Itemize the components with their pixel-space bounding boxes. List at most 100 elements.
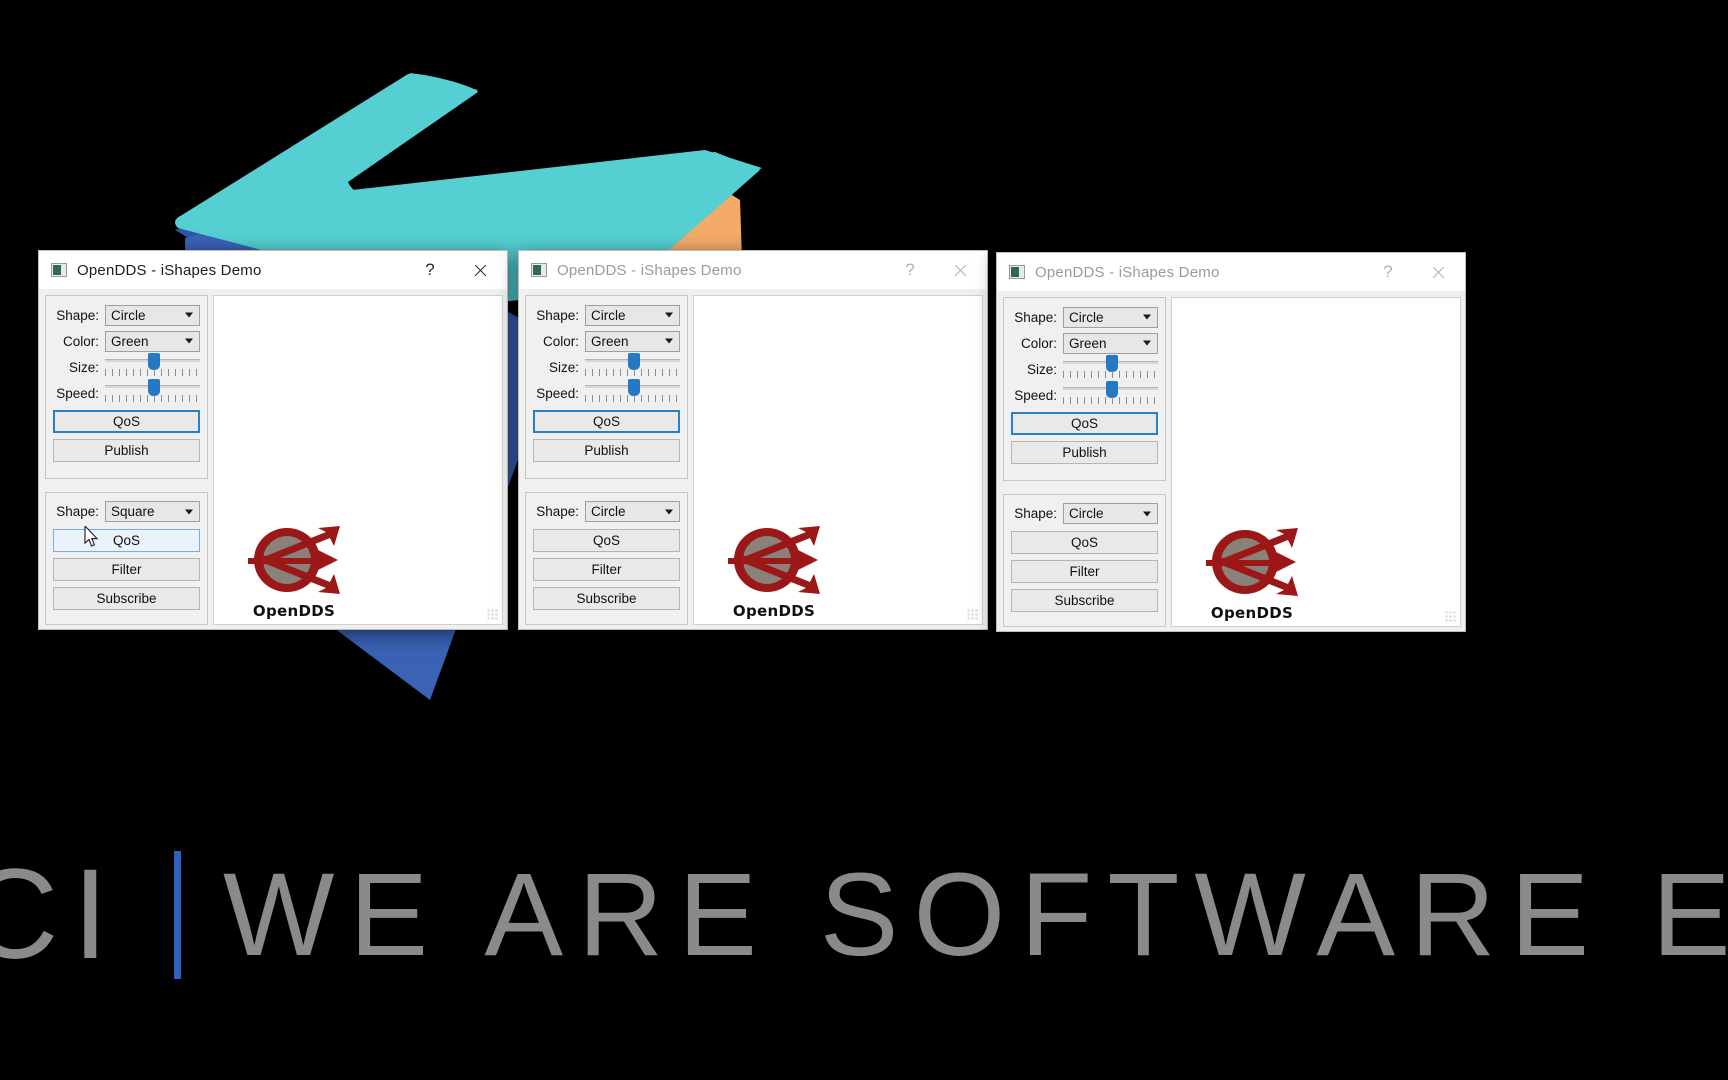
publisher-shape-select[interactable]: Circle (105, 304, 200, 326)
subscriber-shape-value: Square (111, 504, 155, 520)
resize-grip-3[interactable] (1445, 611, 1457, 623)
publisher-shape-label: Shape: (1014, 309, 1057, 325)
subscriber-filter-button[interactable]: Filter (1011, 559, 1158, 583)
publish-button[interactable]: Publish (533, 439, 680, 462)
publisher-color-select[interactable]: Green (105, 330, 200, 352)
window-body-3: Shape: Circle Color: Green Size: Speed: … (997, 291, 1465, 631)
close-button[interactable] (453, 251, 507, 289)
publisher-shape-row: Shape: Circle (533, 304, 680, 326)
titlebar-3[interactable]: OpenDDS - iShapes Demo ? (997, 253, 1465, 291)
publisher-speed-slider[interactable] (105, 379, 200, 406)
publisher-size-label: Size: (548, 359, 579, 375)
publisher-speed-slider[interactable] (585, 379, 680, 406)
help-button[interactable]: ? (887, 251, 933, 289)
window-ishapes-demo-2[interactable]: OpenDDS - iShapes Demo ? Shape: Circle C… (518, 250, 988, 630)
subscriber-group-2: Shape: Circle QoS Filter Subscribe (525, 491, 688, 625)
publisher-shape-select[interactable]: Circle (585, 304, 680, 326)
publisher-group-2: Shape: Circle Color: Green Size: Speed: … (525, 295, 688, 479)
chevron-down-icon (185, 509, 193, 515)
subscriber-shape-select[interactable]: Circle (1063, 503, 1158, 525)
opendds-logo-text: OpenDDS (1210, 604, 1294, 622)
publisher-shape-label: Shape: (56, 307, 99, 323)
opendds-logo-3: OpenDDS (1200, 522, 1304, 622)
subscriber-qos-button[interactable]: QoS (1011, 530, 1158, 554)
slider-handle[interactable] (147, 353, 160, 370)
publisher-shape-select[interactable]: Circle (1063, 306, 1158, 328)
opendds-logo-2: OpenDDS (722, 520, 826, 620)
slider-handle[interactable] (147, 379, 160, 396)
publisher-qos-button[interactable]: QoS (53, 410, 200, 433)
window-ishapes-demo-3[interactable]: OpenDDS - iShapes Demo ? Shape: Circle C… (996, 252, 1466, 632)
publisher-color-row: Color: Green (1011, 332, 1158, 354)
window-ishapes-demo-1[interactable]: OpenDDS - iShapes Demo ? Shape: Circle C… (38, 250, 508, 630)
slider-ticks (105, 369, 200, 376)
publisher-speed-label: Speed: (536, 385, 579, 401)
banner-tagline: WE ARE SOFTWARE ENGINEER (223, 849, 1728, 981)
subscriber-shape-row: Shape: Square (53, 501, 200, 523)
publisher-size-slider[interactable] (585, 353, 680, 380)
publisher-qos-button[interactable]: QoS (533, 410, 680, 433)
app-icon (531, 263, 547, 277)
publisher-size-row: Size: (1011, 355, 1158, 382)
chevron-down-icon (185, 338, 193, 344)
subscribe-button[interactable]: Subscribe (1011, 588, 1158, 612)
subscriber-shape-select[interactable]: Square (105, 501, 200, 523)
publisher-speed-label: Speed: (56, 385, 99, 401)
subscriber-group-3: Shape: Circle QoS Filter Subscribe (1003, 493, 1166, 627)
app-icon (51, 263, 67, 277)
subscriber-qos-button[interactable]: QoS (53, 525, 200, 552)
subscriber-filter-button[interactable]: Filter (533, 557, 680, 581)
banner-divider (174, 851, 181, 979)
close-button[interactable] (933, 251, 987, 289)
publisher-shape-value: Circle (591, 307, 626, 323)
shapes-canvas-2[interactable]: OpenDDS (693, 295, 983, 625)
titlebar-2[interactable]: OpenDDS - iShapes Demo ? (519, 251, 987, 289)
resize-grip-1[interactable] (487, 609, 499, 621)
publish-button[interactable]: Publish (53, 439, 200, 462)
publisher-color-select[interactable]: Green (585, 330, 680, 352)
titlebar-1[interactable]: OpenDDS - iShapes Demo ? (39, 251, 507, 289)
slider-handle[interactable] (1105, 355, 1118, 372)
subscriber-shape-select[interactable]: Circle (585, 501, 680, 523)
publisher-size-slider[interactable] (105, 353, 200, 380)
slider-handle[interactable] (627, 379, 640, 396)
publisher-shape-value: Circle (111, 307, 146, 323)
slider-handle[interactable] (1105, 381, 1118, 398)
subscribe-button[interactable]: Subscribe (533, 586, 680, 610)
subscriber-shape-value: Circle (591, 504, 626, 520)
publisher-shape-value: Circle (1069, 309, 1104, 325)
close-icon (473, 263, 488, 278)
help-button[interactable]: ? (1365, 253, 1411, 291)
chevron-down-icon (185, 312, 193, 318)
publisher-speed-slider[interactable] (1063, 381, 1158, 408)
subscribe-button[interactable]: Subscribe (53, 586, 200, 610)
close-button[interactable] (1411, 253, 1465, 291)
slider-ticks (1063, 397, 1158, 404)
publisher-size-label: Size: (68, 359, 99, 375)
window-body-2: Shape: Circle Color: Green Size: Speed: … (519, 289, 987, 629)
publisher-color-select[interactable]: Green (1063, 332, 1158, 354)
subscriber-filter-button[interactable]: Filter (53, 557, 200, 581)
subscriber-shape-label: Shape: (56, 504, 99, 520)
subscriber-qos-button[interactable]: QoS (533, 528, 680, 552)
publisher-color-label: Color: (62, 333, 99, 349)
shapes-canvas-3[interactable]: OpenDDS (1171, 297, 1461, 627)
publisher-speed-row: Speed: (53, 379, 200, 406)
window-body-1: Shape: Circle Color: Green Size: Speed: … (39, 289, 507, 629)
window-title: OpenDDS - iShapes Demo (557, 261, 742, 279)
window-title: OpenDDS - iShapes Demo (77, 261, 262, 279)
chevron-down-icon (665, 509, 673, 515)
publisher-size-row: Size: (53, 353, 200, 380)
resize-grip-2[interactable] (967, 609, 979, 621)
publish-button[interactable]: Publish (1011, 441, 1158, 464)
help-button[interactable]: ? (407, 251, 453, 289)
subscriber-shape-row: Shape: Circle (1011, 503, 1158, 525)
publisher-qos-button[interactable]: QoS (1011, 412, 1158, 435)
slider-handle[interactable] (627, 353, 640, 370)
bottom-banner: CI WE ARE SOFTWARE ENGINEER (0, 820, 1728, 1010)
subscriber-qos-label: QoS (112, 532, 140, 548)
publisher-speed-row: Speed: (1011, 381, 1158, 408)
publisher-size-slider[interactable] (1063, 355, 1158, 382)
shapes-canvas-1[interactable]: OpenDDS (213, 295, 503, 625)
slider-ticks (1063, 371, 1158, 378)
